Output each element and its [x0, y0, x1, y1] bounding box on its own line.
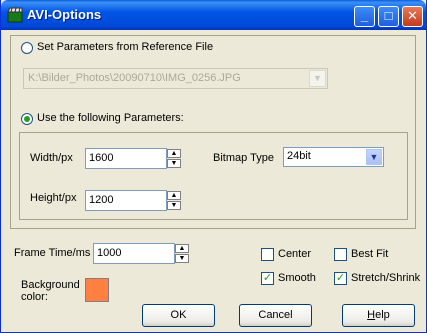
spin-down-icon[interactable]: ▼	[175, 254, 189, 263]
background-color-swatch[interactable]	[85, 278, 109, 302]
spin-up-icon[interactable]: ▲	[175, 244, 189, 253]
bitmap-type-label: Bitmap Type	[213, 152, 274, 164]
frame-time-input[interactable]: 1000	[93, 243, 175, 264]
width-input[interactable]: 1600	[85, 148, 167, 169]
height-label: Height/px	[30, 192, 77, 204]
chevron-down-icon[interactable]: ▼	[366, 149, 382, 165]
check-icon: ✓	[262, 272, 273, 284]
spin-down-icon[interactable]: ▼	[167, 201, 181, 210]
frame-time-label: Frame Time/ms	[14, 247, 91, 259]
ok-button[interactable]: OK	[142, 304, 215, 327]
smooth-checkbox[interactable]: ✓	[261, 272, 274, 285]
background-color-label-line1: Background	[21, 279, 80, 291]
frame-time-spinner[interactable]: ▲ ▼	[175, 244, 189, 263]
stretch-shrink-checkbox[interactable]: ✓	[334, 272, 347, 285]
window-title: AVI-Options	[27, 7, 102, 22]
cancel-button[interactable]: Cancel	[239, 304, 312, 327]
width-spinner[interactable]: ▲ ▼	[167, 149, 181, 168]
maximize-icon: □	[384, 8, 393, 23]
size-parameters-group	[19, 132, 408, 220]
spin-up-icon[interactable]: ▲	[167, 149, 181, 158]
close-icon: ✕	[407, 8, 418, 23]
radio-selected-dot	[24, 116, 30, 122]
use-parameters-radio[interactable]	[21, 113, 33, 125]
title-bar[interactable]: AVI-Options _ □ ✕	[1, 0, 426, 30]
best-fit-checkbox-label[interactable]: Best Fit	[351, 248, 388, 260]
reference-file-path: K:\Bilder_Photos\20090710\IMG_0256.JPG	[28, 72, 241, 84]
width-label: Width/px	[30, 152, 73, 164]
clapperboard-icon	[7, 7, 23, 23]
background-color-label-line2: color:	[21, 291, 48, 303]
height-input[interactable]: 1200	[85, 190, 167, 211]
height-spinner[interactable]: ▲ ▼	[167, 191, 181, 210]
spin-up-icon[interactable]: ▲	[167, 191, 181, 200]
center-checkbox[interactable]	[261, 248, 274, 261]
center-checkbox-label[interactable]: Center	[278, 248, 311, 260]
best-fit-checkbox[interactable]	[334, 248, 347, 261]
close-button[interactable]: ✕	[402, 6, 423, 27]
reference-file-radio-label[interactable]: Set Parameters from Reference File	[37, 41, 213, 53]
smooth-checkbox-label[interactable]: Smooth	[278, 272, 316, 284]
stretch-shrink-checkbox-label[interactable]: Stretch/Shrink	[351, 272, 420, 284]
reference-file-combo: K:\Bilder_Photos\20090710\IMG_0256.JPG ▼	[23, 68, 328, 89]
help-button[interactable]: Help	[342, 304, 415, 327]
avi-options-dialog: AVI-Options _ □ ✕ Set Parameters from Re…	[0, 0, 427, 333]
use-parameters-radio-label[interactable]: Use the following Parameters:	[37, 112, 184, 124]
minimize-button[interactable]: _	[354, 6, 375, 27]
minimize-icon: _	[360, 8, 369, 23]
reference-file-radio[interactable]	[21, 42, 33, 54]
bitmap-type-select[interactable]: 24bit ▼	[283, 147, 384, 167]
chevron-down-icon: ▼	[309, 70, 326, 87]
check-icon: ✓	[335, 272, 346, 284]
spin-down-icon[interactable]: ▼	[167, 159, 181, 168]
maximize-button[interactable]: □	[378, 6, 399, 27]
